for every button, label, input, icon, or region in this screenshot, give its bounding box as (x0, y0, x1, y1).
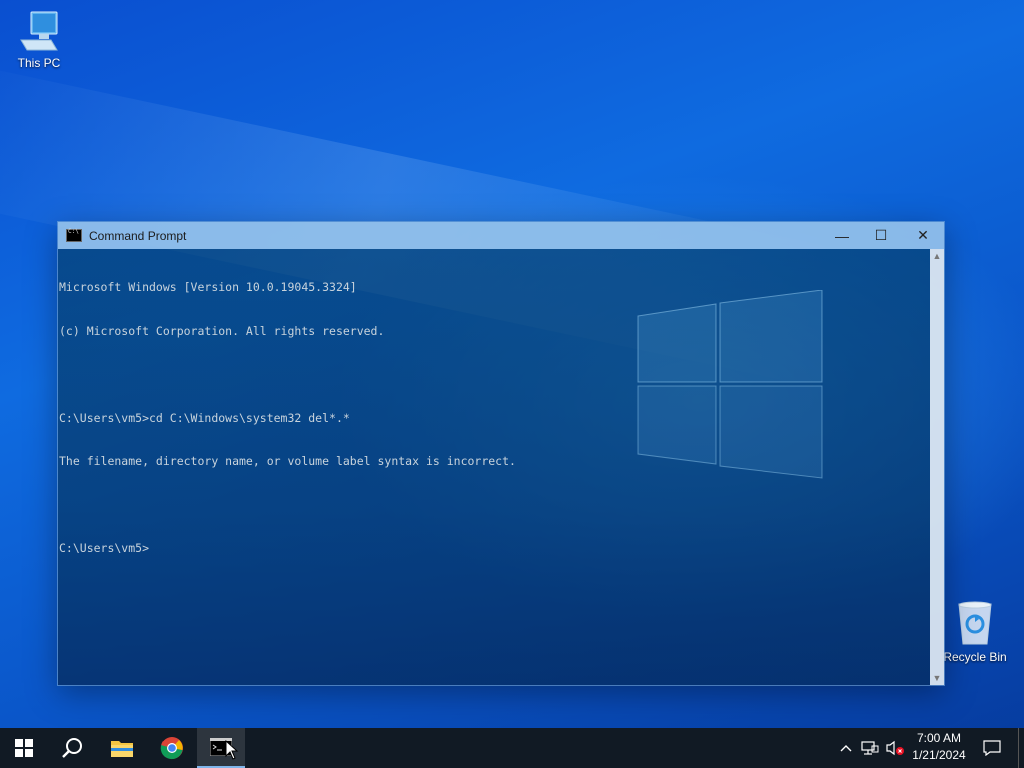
window-titlebar[interactable]: Command Prompt — ☐ ✕ (58, 222, 944, 249)
scroll-up-arrow-icon[interactable]: ▲ (930, 249, 944, 263)
this-pc-desktop-icon[interactable]: This PC (4, 10, 74, 70)
chevron-up-icon (840, 745, 852, 752)
close-icon: ✕ (917, 227, 929, 243)
chrome-icon (160, 737, 183, 760)
taskbar: 7:00 AM 1/21/2024 (0, 728, 1024, 768)
file-explorer-button[interactable] (98, 728, 146, 768)
command-prompt-taskbar-button[interactable] (197, 728, 245, 768)
minimize-button[interactable]: — (821, 222, 863, 249)
maximize-icon: ☐ (874, 227, 888, 243)
search-icon (62, 738, 82, 758)
network-button[interactable] (859, 728, 881, 768)
show-hidden-icons-button[interactable] (836, 728, 856, 768)
chrome-button[interactable] (148, 728, 196, 768)
recycle-bin-icon (958, 601, 992, 645)
file-explorer-icon (111, 741, 133, 757)
start-button[interactable] (0, 728, 48, 768)
windows-logo-wallpaper (637, 290, 823, 479)
desktop: This PC Recycle Bin Command Prompt — ☐ ✕ (0, 0, 1024, 768)
scroll-down-arrow-icon[interactable]: ▼ (930, 671, 944, 685)
window-title: Command Prompt (89, 228, 187, 243)
recycle-bin-label: Recycle Bin (943, 650, 1007, 664)
clock-date: 1/21/2024 (912, 748, 966, 762)
volume-muted-icon (886, 740, 904, 756)
system-clock[interactable]: 7:00 AM 1/21/2024 (904, 730, 974, 764)
notifications-icon (983, 740, 1001, 756)
command-prompt-app-icon (66, 228, 82, 242)
start-icon (15, 739, 33, 757)
show-desktop-button[interactable] (1018, 728, 1019, 768)
minimize-icon: — (835, 227, 849, 244)
this-pc-label: This PC (17, 56, 61, 70)
mouse-cursor-icon (225, 740, 239, 760)
maximize-button[interactable]: ☐ (860, 222, 902, 249)
action-center-button[interactable] (978, 728, 1006, 768)
network-icon (861, 741, 879, 755)
console-prompt-line: C:\Users\vm5> (59, 541, 150, 555)
this-pc-icon (20, 11, 58, 51)
clock-time: 7:00 AM (916, 731, 962, 745)
vertical-scrollbar[interactable]: ▲ ▼ (930, 249, 944, 685)
close-button[interactable]: ✕ (902, 222, 944, 249)
search-button[interactable] (48, 728, 96, 768)
recycle-bin-desktop-icon[interactable]: Recycle Bin (940, 600, 1010, 664)
